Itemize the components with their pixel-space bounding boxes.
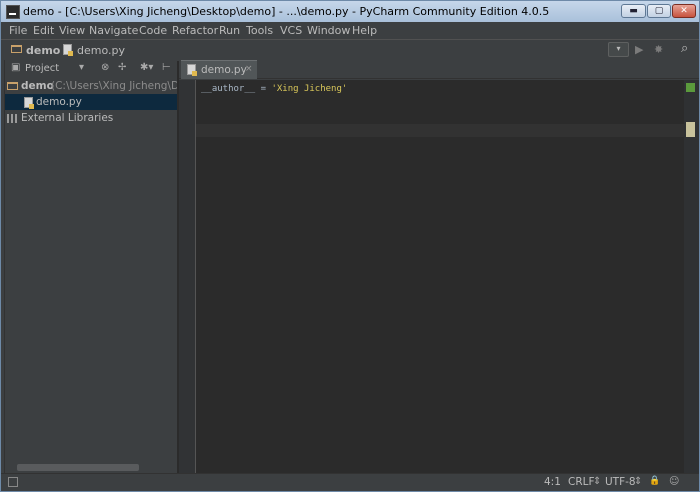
- code-editor[interactable]: __author__ = 'Xing Jicheng': [196, 80, 684, 473]
- gear-icon[interactable]: ✱▾: [140, 62, 153, 73]
- file-encoding[interactable]: UTF-8: [605, 476, 636, 488]
- scroll-from-source-icon[interactable]: ⊗: [101, 62, 109, 73]
- folder-icon: [7, 82, 18, 90]
- folder-icon: [11, 45, 22, 53]
- maximize-icon: ▢: [654, 6, 664, 16]
- chevron-down-icon: ▾: [616, 44, 621, 53]
- menu-window[interactable]: Window: [307, 24, 350, 37]
- tree-horizontal-scrollbar[interactable]: [17, 464, 139, 471]
- menu-vcs[interactable]: VCS: [280, 24, 302, 37]
- project-panel-title[interactable]: Project: [25, 63, 59, 74]
- tool-windows-toggle-icon[interactable]: [8, 477, 18, 487]
- tree-item-external-libraries[interactable]: External Libraries: [5, 110, 177, 126]
- minimize-button[interactable]: ▬: [621, 4, 646, 18]
- line-separator-arrows-icon: ⇕: [593, 476, 602, 487]
- menu-navigate[interactable]: Navigate: [89, 24, 138, 37]
- nav-file[interactable]: demo.py: [77, 44, 125, 57]
- menu-run[interactable]: Run: [219, 24, 240, 37]
- title-bar: demo - [C:\Users\Xing Jicheng\Desktop\de…: [1, 1, 699, 22]
- caret-position[interactable]: 4:1: [544, 476, 561, 488]
- encoding-arrows-icon: ⇕: [634, 476, 643, 487]
- menu-bar: File Edit View Navigate Code Refactor Ru…: [1, 22, 699, 39]
- caret-row-highlight: [196, 124, 684, 137]
- tree-root-path: (C:\Users\Xing Jicheng\Desk: [51, 80, 177, 92]
- line-separator[interactable]: CRLF: [568, 476, 595, 488]
- editor-scroll-thumb[interactable]: [686, 122, 695, 137]
- window-title: demo - [C:\Users\Xing Jicheng\Desktop\de…: [23, 5, 550, 18]
- python-file-icon: [187, 64, 197, 76]
- code-string-literal: 'Xing Jicheng': [271, 84, 348, 94]
- navigation-bar: demo demo.py ▾ ▶ ✸ ⌕: [1, 39, 699, 62]
- maximize-button[interactable]: ▢: [647, 4, 671, 18]
- menu-file[interactable]: File: [9, 24, 27, 37]
- library-icon: [7, 114, 17, 123]
- project-panel-header: ▣ Project ▾ ⊗ ✢ ✱▾ ⊢: [5, 61, 177, 77]
- python-file-icon: [63, 44, 73, 56]
- editor-marker-strip: [684, 80, 699, 473]
- editor-tab-bar: demo.py ×: [179, 60, 699, 79]
- status-bar: 4:1 CRLF ⇕ UTF-8 ⇕ 🔒 ☺: [1, 473, 699, 491]
- debug-icon[interactable]: ✸: [654, 43, 663, 56]
- code-line-1: __author__ = 'Xing Jicheng': [201, 84, 347, 94]
- hide-panel-icon[interactable]: ⊢: [162, 62, 171, 73]
- menu-tools[interactable]: Tools: [246, 24, 273, 37]
- code-assignment: __author__ =: [201, 84, 272, 94]
- project-tree: demo (C:\Users\Xing Jicheng\Desk demo.py…: [5, 78, 177, 473]
- python-file-icon: [24, 97, 34, 109]
- lock-icon[interactable]: 🔒: [649, 476, 660, 486]
- inspection-ok-icon[interactable]: [686, 83, 695, 92]
- run-config-dropdown[interactable]: ▾: [608, 42, 629, 57]
- nav-project[interactable]: demo: [26, 44, 60, 57]
- view-mode-dropdown-icon[interactable]: ▾: [79, 62, 84, 73]
- pycharm-window: demo - [C:\Users\Xing Jicheng\Desktop\de…: [0, 0, 700, 492]
- run-icon[interactable]: ▶: [635, 43, 643, 56]
- menu-help[interactable]: Help: [352, 24, 377, 37]
- search-icon[interactable]: ⌕: [681, 41, 688, 56]
- collapse-all-icon[interactable]: ✢: [118, 62, 126, 73]
- minimize-icon: ▬: [629, 6, 638, 16]
- editor-gutter: [179, 80, 196, 473]
- menu-code[interactable]: Code: [139, 24, 167, 37]
- close-tab-icon[interactable]: ×: [245, 64, 253, 74]
- menu-refactor[interactable]: Refactor: [172, 24, 218, 37]
- inspector-face-icon[interactable]: ☺: [669, 476, 679, 487]
- tree-file-label: demo.py: [36, 96, 82, 108]
- close-icon: ✕: [680, 6, 688, 16]
- project-view-icon: ▣: [11, 62, 21, 73]
- menu-edit[interactable]: Edit: [33, 24, 54, 37]
- tree-root-name: demo: [21, 80, 54, 92]
- tab-label: demo.py: [201, 64, 247, 76]
- menu-view[interactable]: View: [59, 24, 85, 37]
- tree-libraries-label: External Libraries: [21, 112, 114, 124]
- close-button[interactable]: ✕: [672, 4, 696, 18]
- tree-item-demo-py[interactable]: demo.py: [5, 94, 177, 110]
- tab-demo-py[interactable]: demo.py ×: [181, 60, 257, 79]
- pycharm-app-icon: [6, 5, 20, 19]
- tree-item-project-root[interactable]: demo (C:\Users\Xing Jicheng\Desk: [5, 78, 177, 94]
